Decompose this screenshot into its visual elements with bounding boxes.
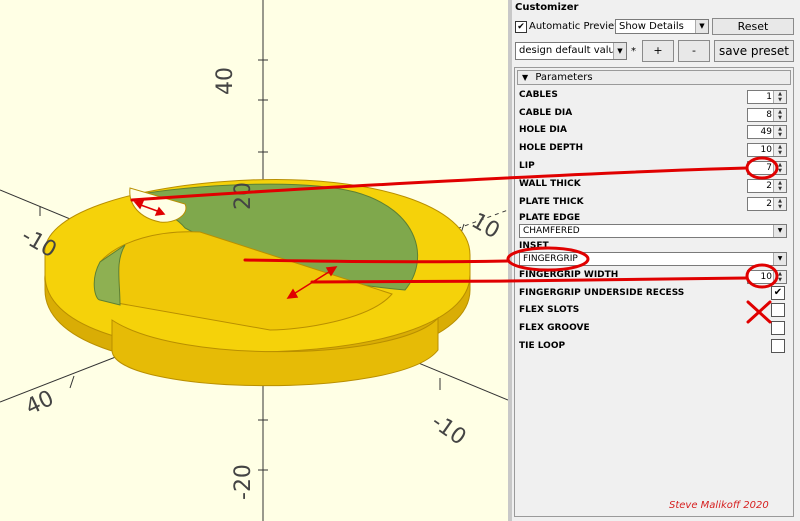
parameters-group: ▼ Parameters CABLES 1 ▲ ▼ CABLE DIA 8 ▲ ▼ …	[514, 67, 794, 517]
spin-down-icon[interactable]: ▼	[774, 204, 786, 210]
preview-row: ✔ Automatic Preview Show Details ▼ Reset	[512, 17, 800, 37]
param-label-flex-slots: FLEX SLOTS	[519, 305, 580, 315]
hole-depth-value: 10	[760, 145, 772, 155]
spin-arrows[interactable]: ▲ ▼	[773, 180, 786, 192]
plate-thick-spinbox[interactable]: 2 ▲ ▼	[747, 197, 787, 211]
fingergrip-width-spinbox[interactable]: 10 ▲ ▼	[747, 270, 787, 284]
automatic-preview-label: Automatic Preview	[529, 21, 623, 32]
spin-down-icon[interactable]: ▼	[774, 115, 786, 121]
customizer-panel: Customizer ✔ Automatic Preview Show Deta…	[512, 0, 800, 521]
cable-dia-value: 8	[766, 110, 772, 120]
customizer-title: Customizer	[515, 2, 579, 13]
add-preset-button[interactable]: +	[642, 40, 674, 62]
automatic-preview-checkbox[interactable]: ✔	[515, 21, 527, 33]
spin-arrows[interactable]: ▲ ▼	[773, 144, 786, 156]
param-label-hole-dia: HOLE DIA	[519, 125, 567, 135]
flex-slots-checkbox[interactable]	[771, 303, 785, 317]
param-label-wall-thick: WALL THICK	[519, 179, 581, 189]
modified-marker: *	[631, 46, 636, 57]
axis-label-y-top: 40	[213, 67, 238, 95]
spin-arrows[interactable]: ▲ ▼	[773, 271, 786, 283]
plate-thick-value: 2	[766, 199, 772, 209]
chevron-down-icon: ▼	[613, 43, 626, 59]
param-label-inset: INSET	[519, 241, 549, 251]
fingergrip-width-value: 10	[760, 272, 772, 282]
details-select-value: Show Details	[619, 21, 684, 32]
spin-arrows[interactable]: ▲ ▼	[773, 162, 786, 174]
parameters-group-header[interactable]: ▼ Parameters	[517, 70, 791, 85]
fingergrip-underside-recess-checkbox[interactable]: ✔	[771, 286, 785, 300]
wall-thick-value: 2	[766, 181, 772, 191]
param-label-fingergrip-underside-recess: FINGERGRIP UNDERSIDE RECESS	[519, 288, 685, 298]
chevron-down-icon: ▼	[773, 253, 786, 265]
spin-down-icon[interactable]: ▼	[774, 150, 786, 156]
wall-thick-spinbox[interactable]: 2 ▲ ▼	[747, 179, 787, 193]
inset-value: FINGERGRIP	[523, 254, 578, 264]
cables-spinbox[interactable]: 1 ▲ ▼	[747, 90, 787, 104]
lip-value: 7	[766, 163, 772, 173]
save-preset-button[interactable]: save preset	[714, 40, 794, 62]
axis-label-z-bottom: -20	[231, 464, 256, 500]
3d-viewport[interactable]: 40 20 -10 10 40 -10 -20	[0, 0, 508, 521]
spin-arrows[interactable]: ▲ ▼	[773, 91, 786, 103]
hole-dia-spinbox[interactable]: 49 ▲ ▼	[747, 125, 787, 139]
triangle-down-icon: ▼	[522, 73, 529, 82]
author-credit: Steve Malikoff 2020	[669, 500, 769, 511]
chevron-down-icon: ▼	[695, 20, 708, 33]
lip-spinbox[interactable]: 7 ▲ ▼	[747, 161, 787, 175]
param-label-cables: CABLES	[519, 90, 558, 100]
reset-button[interactable]: Reset	[712, 18, 794, 35]
preset-select[interactable]: design default values ▼	[515, 42, 627, 60]
axis-label-bottom-right: -10	[427, 409, 471, 450]
flex-groove-checkbox[interactable]	[771, 321, 785, 335]
hole-depth-spinbox[interactable]: 10 ▲ ▼	[747, 143, 787, 157]
viewport-canvas[interactable]: 40 20 -10 10 40 -10 -20	[0, 0, 508, 521]
preset-select-value: design default values	[519, 45, 627, 56]
tie-loop-checkbox[interactable]	[771, 339, 785, 353]
spin-down-icon[interactable]: ▼	[774, 168, 786, 174]
cable-grommet-model[interactable]	[44, 178, 471, 387]
spin-arrows[interactable]: ▲ ▼	[773, 126, 786, 138]
spin-arrows[interactable]: ▲ ▼	[773, 109, 786, 121]
param-label-plate-edge: PLATE EDGE	[519, 213, 581, 223]
hole-dia-value: 49	[760, 127, 772, 137]
param-label-lip: LIP	[519, 161, 535, 171]
spin-arrows[interactable]: ▲ ▼	[773, 198, 786, 210]
param-label-tie-loop: TIE LOOP	[519, 341, 566, 351]
spin-down-icon[interactable]: ▼	[774, 97, 786, 103]
param-label-plate-thick: PLATE THICK	[519, 197, 584, 207]
parameters-group-title: Parameters	[535, 72, 593, 83]
plate-edge-select[interactable]: CHAMFERED ▼	[519, 224, 787, 238]
param-label-cable-dia: CABLE DIA	[519, 108, 573, 118]
inset-select[interactable]: FINGERGRIP ▼	[519, 252, 787, 266]
cables-value: 1	[766, 92, 772, 102]
cable-dia-spinbox[interactable]: 8 ▲ ▼	[747, 108, 787, 122]
param-label-fingergrip-width: FINGERGRIP WIDTH	[519, 270, 619, 280]
remove-preset-button[interactable]: -	[678, 40, 710, 62]
details-select[interactable]: Show Details ▼	[615, 19, 709, 34]
spin-down-icon[interactable]: ▼	[774, 132, 786, 138]
plate-edge-value: CHAMFERED	[523, 226, 580, 236]
param-label-hole-depth: HOLE DEPTH	[519, 143, 584, 153]
param-label-flex-groove: FLEX GROOVE	[519, 323, 590, 333]
spin-down-icon[interactable]: ▼	[774, 277, 786, 283]
chevron-down-icon: ▼	[773, 225, 786, 237]
axis-label-y-mid: 20	[231, 182, 256, 210]
spin-down-icon[interactable]: ▼	[774, 186, 786, 192]
